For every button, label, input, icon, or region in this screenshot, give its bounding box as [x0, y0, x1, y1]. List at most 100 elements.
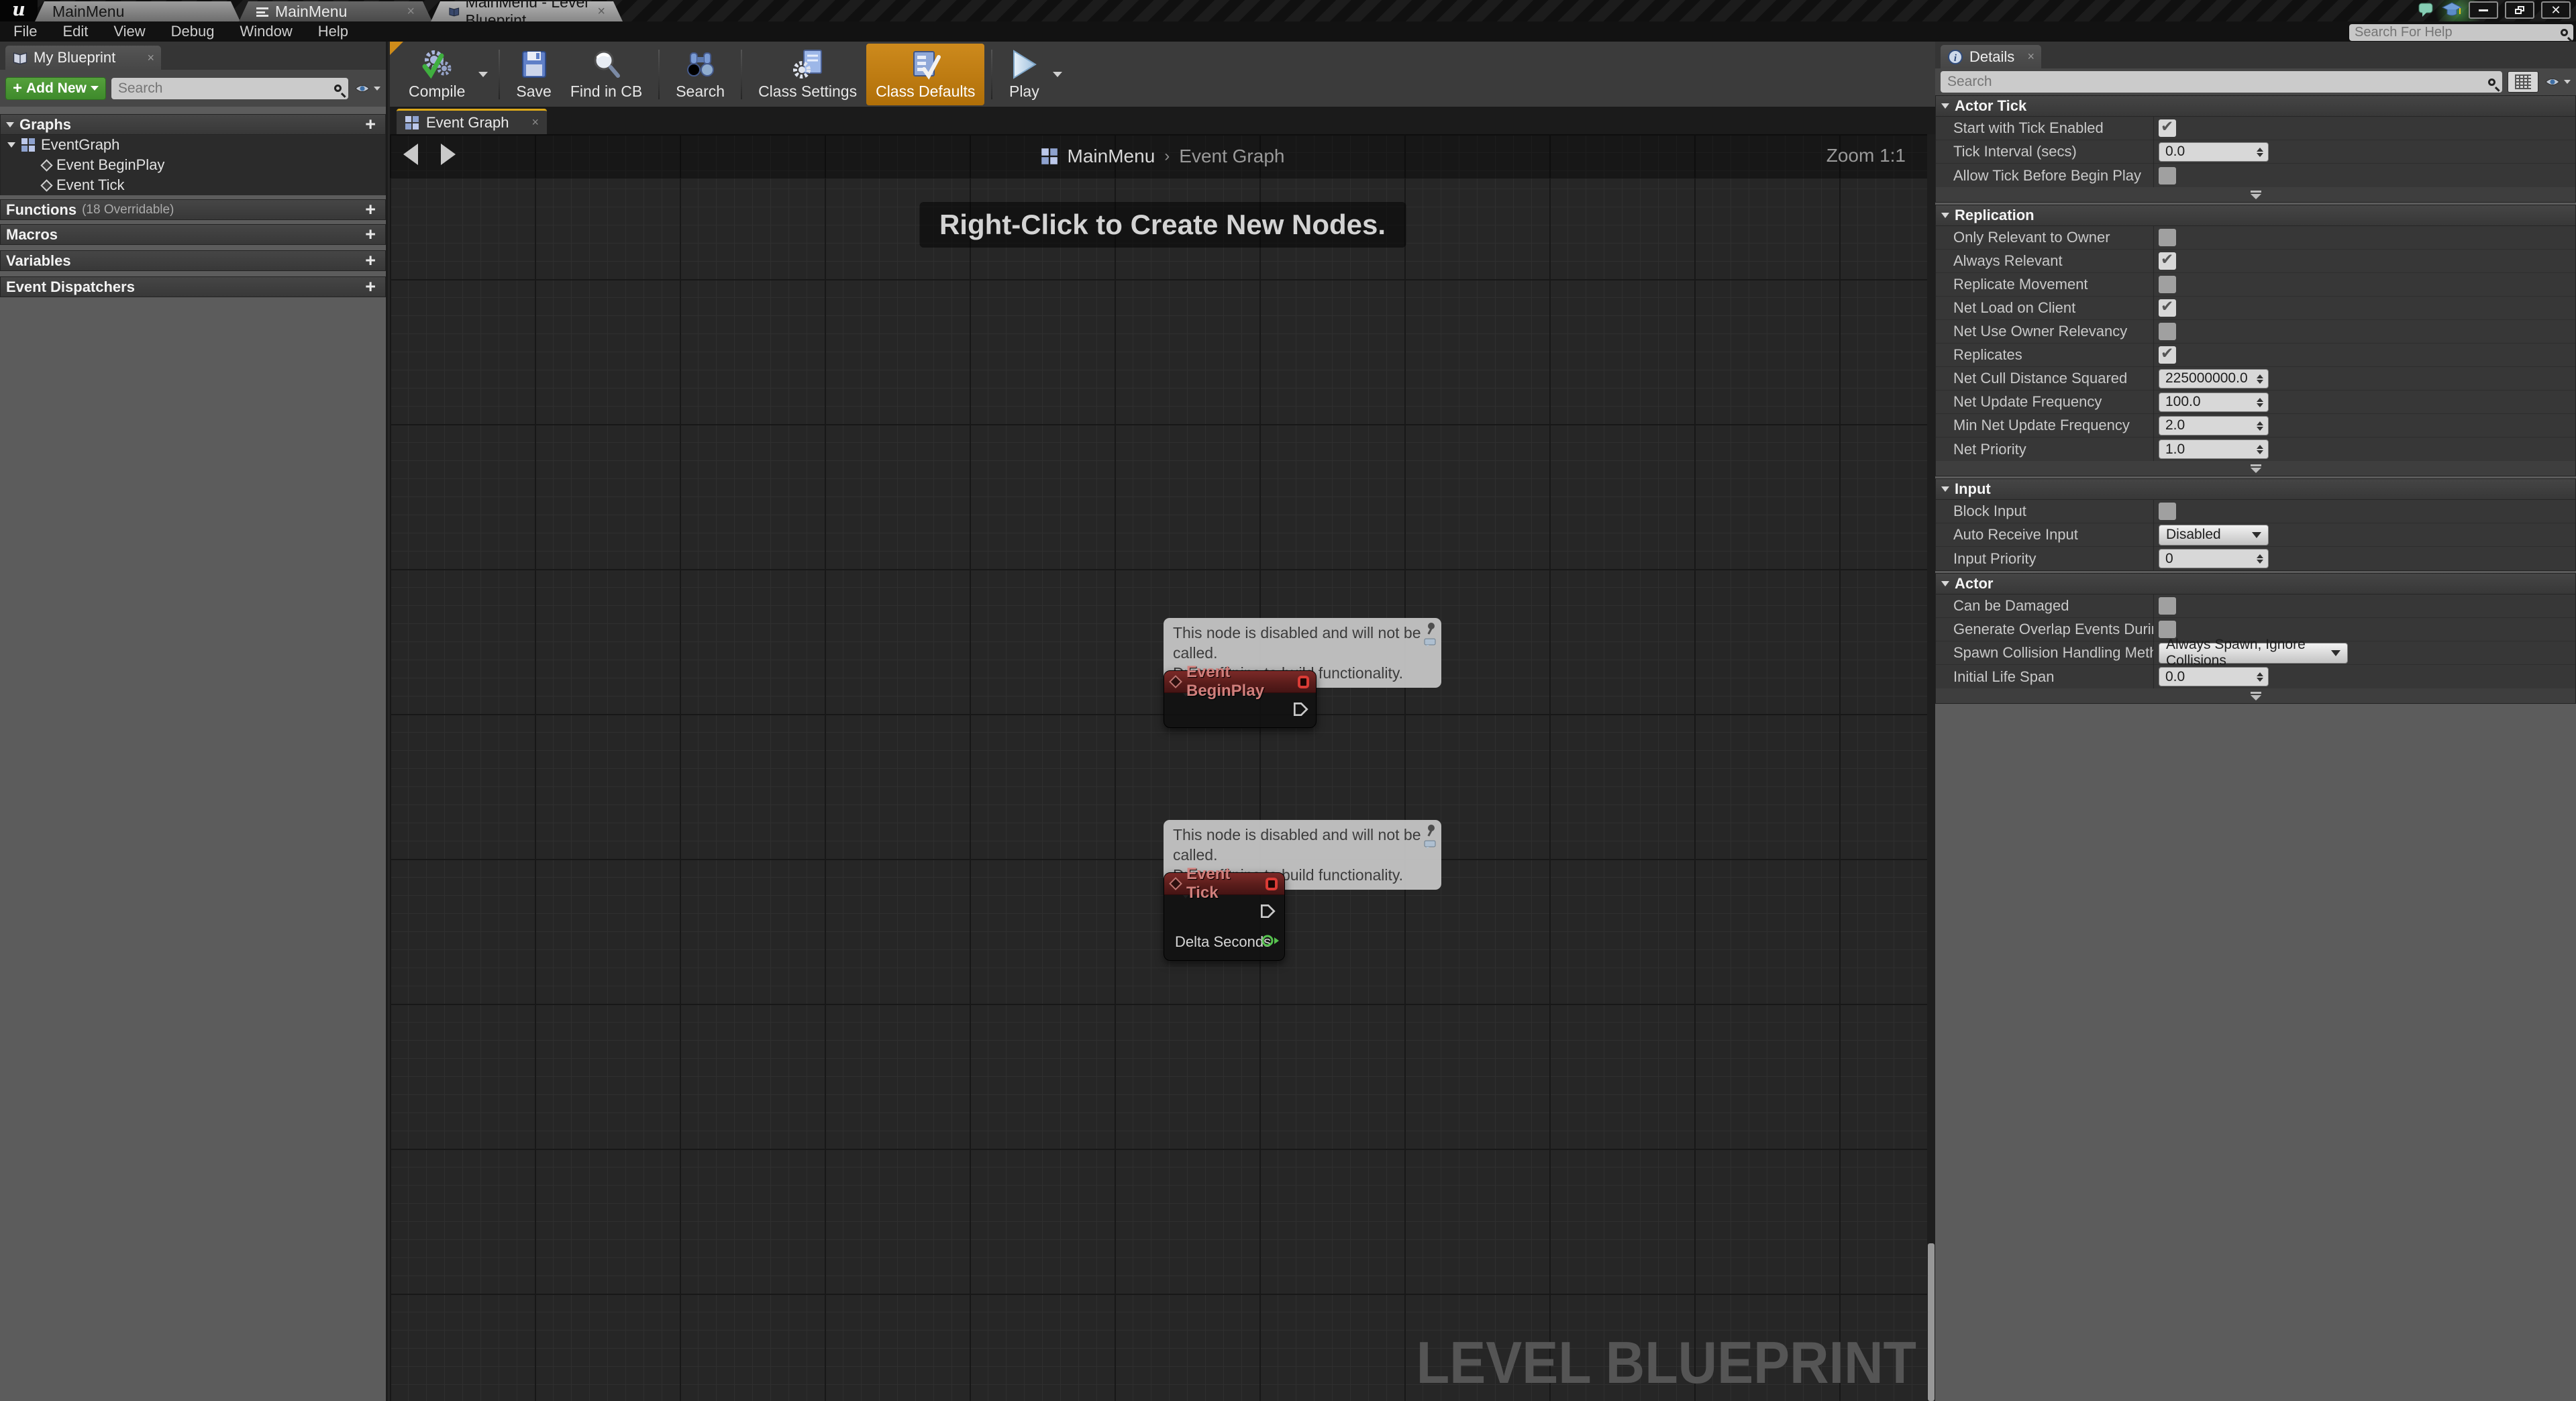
checkbox[interactable] — [2159, 597, 2176, 615]
add-new-button[interactable]: + Add New — [5, 76, 106, 100]
add-event-dispatcher-button[interactable]: + — [365, 276, 376, 297]
checkbox[interactable] — [2159, 345, 2176, 364]
number-input[interactable]: 1.0 — [2159, 439, 2269, 459]
compile-button[interactable]: Compile — [399, 44, 474, 105]
menu-file[interactable]: File — [13, 23, 37, 40]
tab-details[interactable]: i Details × — [1941, 45, 2041, 68]
spinner-icon[interactable] — [2257, 554, 2263, 564]
menu-help[interactable]: Help — [318, 23, 348, 40]
close-tab-icon[interactable]: × — [597, 4, 605, 19]
details-view-options-button[interactable] — [2544, 75, 2571, 89]
tree-item-event-tick[interactable]: Event Tick — [1, 175, 385, 195]
menu-view[interactable]: View — [113, 23, 145, 40]
checkbox[interactable] — [2159, 118, 2176, 137]
spinner-icon[interactable] — [2257, 147, 2263, 157]
menu-debug[interactable]: Debug — [171, 23, 215, 40]
node-event-tick[interactable]: Event Tick Delta Seconds — [1164, 865, 1285, 961]
tree-item-eventgraph[interactable]: EventGraph — [1, 135, 385, 155]
spinner-icon[interactable] — [2257, 445, 2263, 454]
find-in-cb-button[interactable]: Find in CB — [561, 44, 652, 105]
window-tab-mainmenu-level[interactable]: MainMenu × — [239, 1, 432, 21]
section-graphs[interactable]: Graphs + — [0, 114, 386, 135]
number-input[interactable]: 2.0 — [2159, 415, 2269, 435]
visibility-filter-button[interactable] — [354, 82, 380, 95]
section-header[interactable]: Actor — [1936, 574, 2575, 594]
section-variables[interactable]: Variables + — [0, 250, 386, 271]
property-matrix-button[interactable] — [2508, 71, 2538, 93]
number-input[interactable]: 0 — [2159, 549, 2269, 568]
float-output-pin[interactable] — [1260, 932, 1280, 949]
number-input[interactable]: 0.0 — [2159, 667, 2269, 686]
collapse-arrow-icon[interactable] — [7, 142, 15, 148]
play-options-dropdown-icon[interactable] — [1053, 71, 1063, 77]
section-functions[interactable]: Functions (18 Overridable) + — [0, 199, 386, 220]
add-macro-button[interactable]: + — [365, 224, 376, 245]
spinner-icon[interactable] — [2257, 672, 2263, 682]
close-tab-icon[interactable]: × — [407, 4, 415, 19]
nav-back-icon[interactable] — [403, 144, 418, 165]
checkbox[interactable] — [2159, 503, 2176, 520]
scrollbar-thumb[interactable] — [1928, 1243, 1935, 1401]
checkbox[interactable] — [2159, 621, 2176, 638]
advanced-expander[interactable] — [1936, 461, 2575, 476]
checkbox[interactable] — [2159, 166, 2176, 185]
close-icon[interactable]: × — [147, 51, 154, 65]
node-event-beginplay[interactable]: Event BeginPlay — [1164, 663, 1317, 728]
class-settings-button[interactable]: Class Settings — [749, 44, 866, 105]
tree-item-event-beginplay[interactable]: Event BeginPlay — [1, 155, 385, 175]
number-input[interactable]: 0.0 — [2159, 142, 2269, 162]
add-graph-button[interactable]: + — [365, 114, 376, 135]
tutorials-graduation-cap-icon[interactable] — [2442, 1, 2462, 19]
blueprint-search-input[interactable] — [117, 80, 334, 97]
tab-event-graph[interactable]: Event Graph × — [397, 109, 547, 134]
number-input[interactable]: 225000000.0 — [2159, 368, 2269, 388]
advanced-expander[interactable] — [1936, 187, 2575, 202]
menu-edit[interactable]: Edit — [62, 23, 88, 40]
restore-button[interactable] — [2505, 1, 2534, 19]
minimize-button[interactable] — [2469, 1, 2498, 19]
collapse-arrow-icon[interactable] — [1941, 103, 1949, 109]
dropdown-spawn-collision-handling[interactable]: Always Spawn, Ignore Collisions — [2159, 637, 2348, 668]
collapse-arrow-icon[interactable] — [6, 121, 14, 127]
close-button[interactable]: ✕ — [2541, 1, 2571, 19]
menu-window[interactable]: Window — [240, 23, 293, 40]
node-disabled-indicator[interactable] — [1297, 675, 1309, 688]
collapse-arrow-icon[interactable] — [1941, 486, 1949, 492]
breadcrumb-current[interactable]: Event Graph — [1179, 146, 1284, 167]
checkbox[interactable] — [2159, 251, 2176, 270]
section-macros[interactable]: Macros + — [0, 224, 386, 245]
pin-bubble-icon[interactable] — [1424, 622, 1436, 635]
node-disabled-indicator[interactable] — [1265, 877, 1278, 890]
comment-bubble-icon[interactable] — [1424, 840, 1436, 849]
search-button[interactable]: Search — [666, 44, 734, 105]
class-defaults-button[interactable]: Class Defaults — [866, 43, 985, 105]
window-tab-mainmenu[interactable]: MainMenu — [35, 1, 240, 21]
number-input[interactable]: 100.0 — [2159, 392, 2269, 412]
close-icon[interactable]: × — [2027, 50, 2034, 64]
compile-options-dropdown-icon[interactable] — [478, 71, 488, 77]
checkbox[interactable] — [2159, 276, 2176, 293]
window-tab-level-blueprint[interactable]: MainMenu - Level Blueprint × — [431, 1, 623, 21]
section-header[interactable]: Actor Tick — [1936, 96, 2575, 117]
nav-forward-icon[interactable] — [441, 144, 456, 165]
add-variable-button[interactable]: + — [365, 250, 376, 271]
advanced-expander[interactable] — [1936, 688, 2575, 703]
play-button[interactable]: Play — [999, 44, 1049, 105]
feedback-bubble-icon[interactable] — [2418, 2, 2435, 18]
exec-output-pin[interactable] — [1292, 701, 1309, 718]
dropdown-auto-receive-input[interactable]: Disabled — [2159, 524, 2269, 546]
checkbox[interactable] — [2159, 229, 2176, 246]
save-button[interactable]: Save — [507, 44, 560, 105]
pin-bubble-icon[interactable] — [1424, 824, 1436, 837]
help-search-box[interactable] — [2349, 24, 2573, 41]
spinner-icon[interactable] — [2257, 374, 2263, 384]
checkbox[interactable] — [2159, 323, 2176, 340]
close-icon[interactable]: × — [531, 115, 539, 129]
spinner-icon[interactable] — [2257, 397, 2263, 407]
comment-bubble-icon[interactable] — [1424, 638, 1436, 647]
section-header[interactable]: Input — [1936, 479, 2575, 500]
collapse-arrow-icon[interactable] — [1941, 581, 1949, 586]
details-search-input[interactable] — [1947, 74, 2488, 90]
help-search-input[interactable] — [2355, 25, 2561, 40]
checkbox[interactable] — [2159, 298, 2176, 317]
